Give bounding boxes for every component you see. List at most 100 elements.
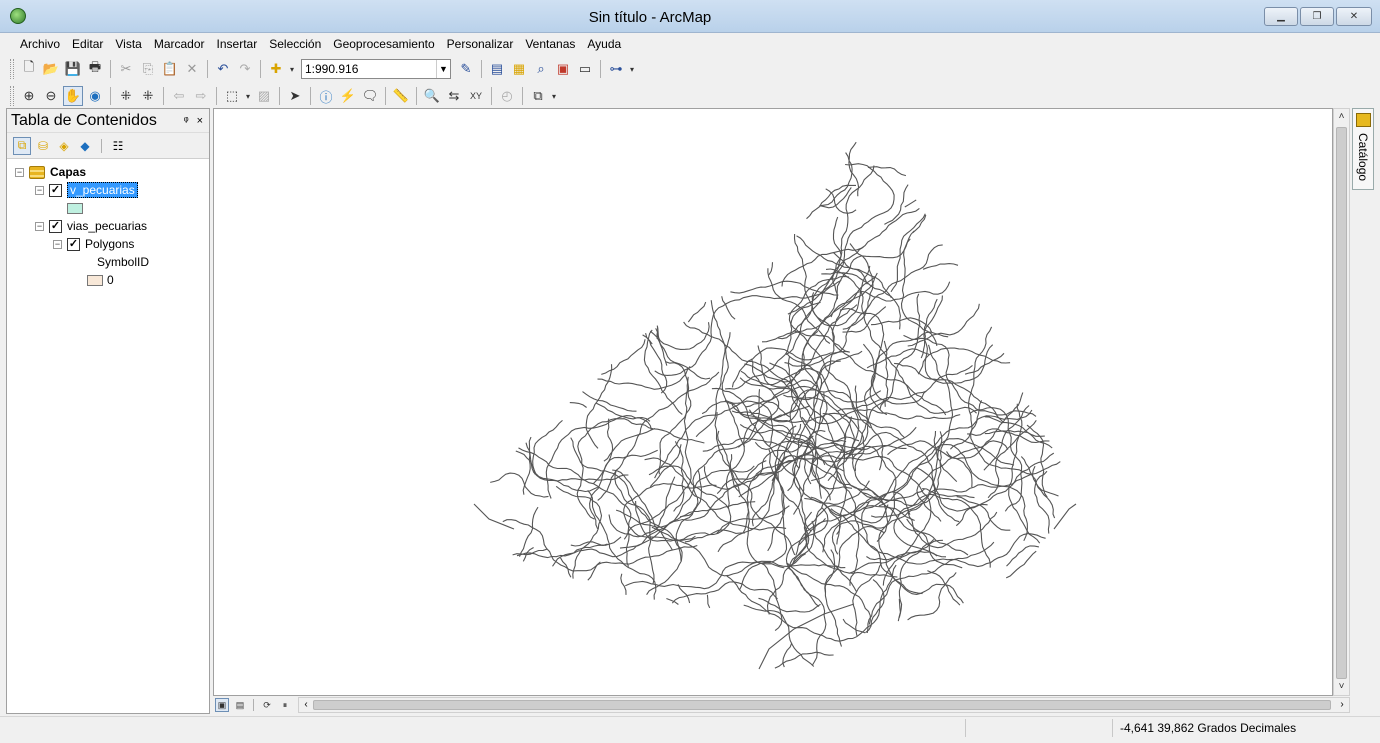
layout-view-icon[interactable]: ▤ xyxy=(233,698,247,712)
collapse-icon[interactable]: − xyxy=(35,221,44,231)
scroll-right-icon[interactable]: › xyxy=(1335,698,1349,712)
forward-icon[interactable]: ⇨ xyxy=(191,86,211,106)
html-popup-icon[interactable]: 🗨 xyxy=(360,86,380,106)
list-by-visibility-icon[interactable]: ◈ xyxy=(55,137,73,155)
tree-node-v-pecuarias[interactable]: − ✓ v_pecuarias xyxy=(35,181,138,199)
zoom-out-icon[interactable]: ⊖ xyxy=(41,86,61,106)
layer-visibility-checkbox[interactable]: ✓ xyxy=(67,237,80,251)
tree-node-vias-pecuarias[interactable]: − ✓ vias_pecuarias xyxy=(35,217,147,235)
search-icon[interactable]: ⌕ xyxy=(531,59,551,79)
toolbar-grip[interactable] xyxy=(10,86,14,106)
scroll-down-icon[interactable]: ˅ xyxy=(1334,679,1349,695)
chevron-down-icon[interactable]: ▼ xyxy=(436,60,450,78)
fixed-zoom-in-icon[interactable]: ⁜ xyxy=(116,86,136,106)
toolbar-options-icon[interactable]: ▾ xyxy=(550,86,558,106)
undo-icon[interactable]: ↶ xyxy=(213,59,233,79)
layer-visibility-checkbox[interactable]: ✓ xyxy=(49,219,62,233)
scroll-left-icon[interactable]: ‹ xyxy=(299,698,313,712)
menu-ayuda[interactable]: Ayuda xyxy=(581,33,627,55)
cut-icon[interactable]: ✂ xyxy=(116,59,136,79)
editor-icon[interactable]: ✎ xyxy=(456,59,476,79)
scrollbar-thumb[interactable] xyxy=(1336,127,1347,679)
create-viewer-icon[interactable]: ⧉ xyxy=(528,86,548,106)
menu-marcador[interactable]: Marcador xyxy=(148,33,211,55)
measure-icon[interactable]: 📏 xyxy=(391,86,411,106)
menu-seleccion[interactable]: Selección xyxy=(263,33,327,55)
identify-icon[interactable]: ⓘ xyxy=(316,86,336,106)
catalog-icon[interactable]: ▦ xyxy=(509,59,529,79)
menu-vista[interactable]: Vista xyxy=(109,33,147,55)
layer-label[interactable]: v_pecuarias xyxy=(67,182,138,198)
map-scale-field[interactable]: 1:990.916 ▼ xyxy=(301,59,451,79)
list-by-selection-icon[interactable]: ◆ xyxy=(76,137,94,155)
close-icon[interactable]: × xyxy=(197,115,203,127)
pause-drawing-icon[interactable]: ⏸ xyxy=(278,698,292,712)
tree-node-class[interactable]: 0 xyxy=(87,271,114,289)
find-icon[interactable]: 🔍 xyxy=(422,86,442,106)
model-builder-icon[interactable]: ⊶ xyxy=(606,59,626,79)
vertical-scrollbar[interactable]: ˄ ˅ xyxy=(1333,108,1350,696)
options-icon[interactable]: ☷ xyxy=(109,137,127,155)
restore-button[interactable]: ❐ xyxy=(1300,7,1334,26)
menu-archivo[interactable]: Archivo xyxy=(14,33,66,55)
time-slider-icon[interactable]: ◴ xyxy=(497,86,517,106)
copy-icon[interactable]: ⎘ xyxy=(138,59,158,79)
layer-label[interactable]: vias_pecuarias xyxy=(67,219,147,233)
tree-node-capas[interactable]: − Capas xyxy=(15,163,86,181)
pin-icon[interactable]: ᵠ xyxy=(184,115,189,127)
refresh-icon[interactable]: ⟳ xyxy=(260,698,274,712)
menu-insertar[interactable]: Insertar xyxy=(211,33,264,55)
layer-label[interactable]: Polygons xyxy=(85,237,134,251)
python-icon[interactable]: ▭ xyxy=(575,59,595,79)
pan-icon[interactable]: ✋ xyxy=(63,86,83,106)
scroll-up-icon[interactable]: ˄ xyxy=(1334,109,1349,125)
scrollbar-thumb[interactable] xyxy=(313,700,1331,710)
map-canvas[interactable] xyxy=(214,109,1333,696)
fixed-zoom-out-icon[interactable]: ⁜ xyxy=(138,86,158,106)
paste-icon[interactable]: 📋 xyxy=(160,59,180,79)
full-extent-icon[interactable]: ◉ xyxy=(85,86,105,106)
save-icon[interactable]: 💾 xyxy=(63,59,83,79)
back-icon[interactable]: ⇦ xyxy=(169,86,189,106)
collapse-icon[interactable]: − xyxy=(15,167,24,177)
menu-editar[interactable]: Editar xyxy=(66,33,109,55)
table-icon[interactable]: ▤ xyxy=(487,59,507,79)
close-button[interactable]: ✕ xyxy=(1336,7,1372,26)
list-by-drawing-order-icon[interactable]: ⧉ xyxy=(13,136,31,155)
tree-node-v-pecuarias-symbol[interactable] xyxy=(67,199,83,217)
clear-selection-icon[interactable]: ▨ xyxy=(254,86,274,106)
symbol-swatch[interactable] xyxy=(67,202,83,214)
add-data-dropdown-icon[interactable]: ▾ xyxy=(288,59,296,79)
toolbar-grip[interactable] xyxy=(10,59,14,79)
delete-icon[interactable]: ✕ xyxy=(182,59,202,79)
symbol-swatch[interactable] xyxy=(87,274,103,286)
tree-node-polygons[interactable]: − ✓ Polygons xyxy=(53,235,134,253)
collapse-icon[interactable]: − xyxy=(53,239,62,249)
toolbar-options-icon[interactable]: ▾ xyxy=(628,59,636,79)
select-features-icon[interactable]: ⬚ xyxy=(222,86,242,106)
data-view-icon[interactable]: ▣ xyxy=(215,698,229,712)
select-dropdown-icon[interactable]: ▾ xyxy=(244,86,252,106)
add-data-icon[interactable]: ✚ xyxy=(266,59,286,79)
menu-geoprocesamiento[interactable]: Geoprocesamiento xyxy=(327,33,440,55)
print-icon[interactable]: 🖶 xyxy=(85,59,105,79)
horizontal-scrollbar[interactable]: ‹ › xyxy=(298,697,1350,713)
zoom-in-icon[interactable]: ⊕ xyxy=(19,86,39,106)
hyperlink-icon[interactable]: ⚡ xyxy=(338,86,358,106)
collapse-icon[interactable]: − xyxy=(35,185,44,195)
new-document-icon[interactable]: 🗋 xyxy=(19,59,39,79)
redo-icon[interactable]: ↷ xyxy=(235,59,255,79)
map-display[interactable] xyxy=(213,108,1333,696)
catalog-side-tab[interactable]: Catálogo xyxy=(1352,108,1374,190)
menu-ventanas[interactable]: Ventanas xyxy=(519,33,581,55)
find-route-icon[interactable]: ⇆ xyxy=(444,86,464,106)
menu-personalizar[interactable]: Personalizar xyxy=(441,33,520,55)
class-value-label: 0 xyxy=(107,273,114,287)
select-elements-icon[interactable]: ➤ xyxy=(285,86,305,106)
arctoolbox-icon[interactable]: ▣ xyxy=(553,59,573,79)
minimize-button[interactable]: ▁ xyxy=(1264,7,1298,26)
layer-visibility-checkbox[interactable]: ✓ xyxy=(49,183,62,197)
open-icon[interactable]: 📂 xyxy=(41,59,61,79)
go-to-xy-icon[interactable]: XY xyxy=(466,86,486,106)
list-by-source-icon[interactable]: ⛁ xyxy=(34,137,52,155)
